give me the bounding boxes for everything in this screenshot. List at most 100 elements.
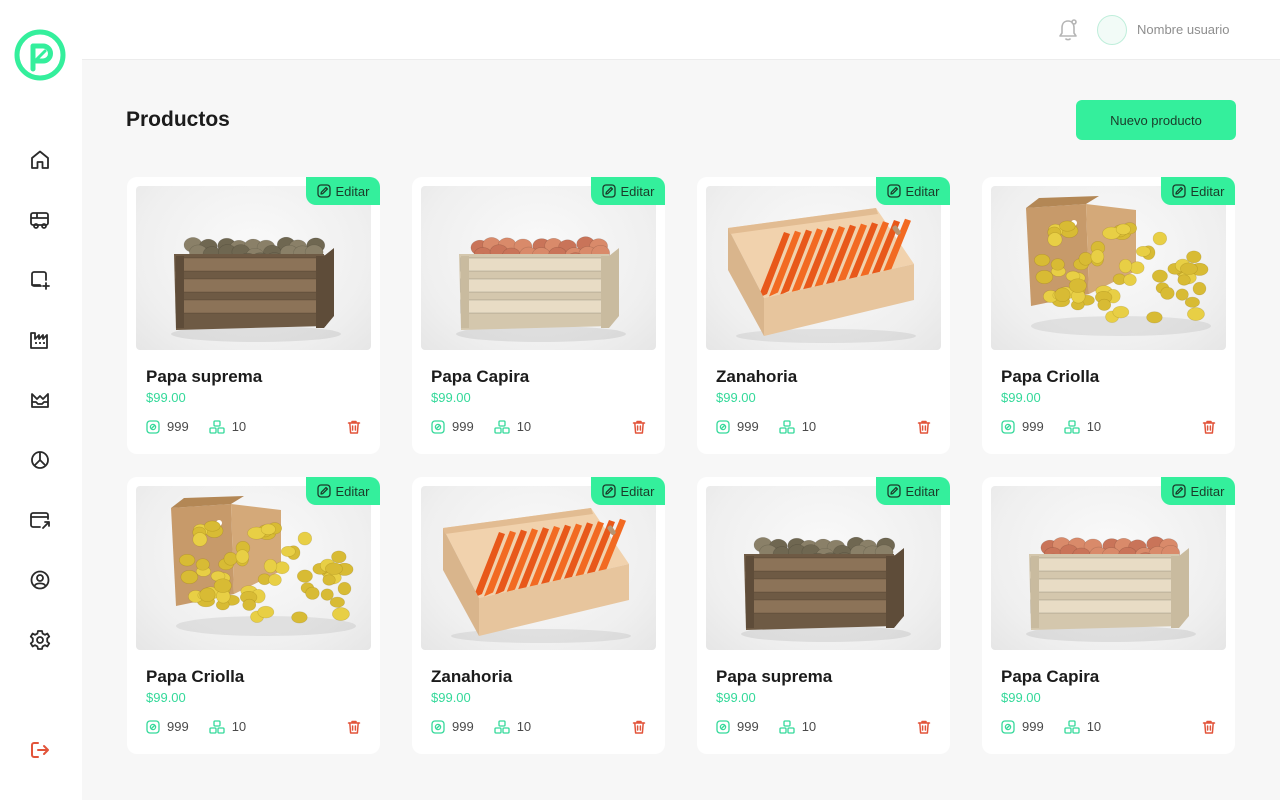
username-label[interactable]: Nombre usuario — [1137, 22, 1230, 37]
edit-button[interactable]: Editar — [591, 177, 665, 205]
product-name: Papa Criolla — [146, 667, 245, 686]
product-image — [421, 486, 656, 650]
product-price: $99.00 — [431, 390, 471, 405]
edit-button[interactable]: Editar — [591, 477, 665, 505]
product-image — [421, 186, 656, 350]
sidebar-item-users[interactable] — [25, 565, 55, 595]
sidebar-item-factory[interactable] — [25, 325, 55, 355]
delete-button[interactable] — [631, 419, 647, 435]
units-count: 10 — [1086, 719, 1102, 734]
stock-icon — [146, 419, 160, 434]
product-name: Zanahoria — [716, 367, 798, 386]
sidebar-item-payments[interactable] — [25, 505, 55, 535]
stock-count: 999 — [167, 719, 189, 734]
product-meta: 999 10 — [716, 419, 836, 434]
product-card[interactable]: Editar Papa Criolla $99.00 999 10 — [982, 177, 1235, 454]
units-icon — [209, 419, 225, 434]
product-price: $99.00 — [146, 690, 186, 705]
trash-icon — [1201, 419, 1217, 435]
logout-icon — [31, 742, 49, 758]
product-grid: Editar Papa suprema $99.00 999 10 Editar… — [127, 177, 1236, 754]
top-bar: Nombre usuario — [82, 0, 1280, 60]
units-count: 10 — [801, 419, 817, 434]
delete-button[interactable] — [916, 719, 932, 735]
edit-icon — [601, 184, 616, 198]
edit-button[interactable]: Editar — [1161, 477, 1235, 505]
product-card[interactable]: Editar Papa suprema $99.00 999 10 — [697, 477, 950, 754]
app-logo[interactable] — [14, 29, 66, 81]
product-image — [136, 486, 371, 650]
truck-icon — [30, 212, 49, 229]
sidebar-item-inbox[interactable] — [25, 385, 55, 415]
sidebar-item-delivery[interactable] — [25, 205, 55, 235]
avatar[interactable] — [1097, 15, 1127, 45]
stock-count: 999 — [452, 719, 474, 734]
edit-button[interactable]: Editar — [306, 177, 380, 205]
product-meta: 999 10 — [716, 719, 836, 734]
edit-button[interactable]: Editar — [306, 477, 380, 505]
stock-icon — [716, 719, 730, 734]
units-count: 10 — [231, 419, 247, 434]
page-title: Productos — [126, 108, 230, 131]
units-count: 10 — [231, 719, 247, 734]
trash-icon — [916, 419, 932, 435]
delete-button[interactable] — [916, 419, 932, 435]
product-meta: 999 10 — [1001, 719, 1121, 734]
sidebar-item-reports[interactable] — [25, 445, 55, 475]
home-icon — [31, 150, 49, 169]
product-card[interactable]: Editar Papa Capira $99.00 999 10 — [982, 477, 1235, 754]
stock-count: 999 — [1022, 719, 1044, 734]
edit-button[interactable]: Editar — [876, 477, 950, 505]
trash-icon — [916, 719, 932, 735]
user-circle-icon — [30, 570, 50, 590]
units-icon — [1064, 419, 1080, 434]
units-icon — [209, 719, 225, 734]
edit-icon — [1171, 484, 1186, 498]
product-card[interactable]: Editar Papa Criolla $99.00 999 10 — [127, 477, 380, 754]
product-price: $99.00 — [1001, 390, 1041, 405]
delete-button[interactable] — [346, 719, 362, 735]
product-price: $99.00 — [716, 390, 756, 405]
stock-icon — [716, 419, 730, 434]
chart-pie-icon — [31, 451, 49, 469]
units-icon — [779, 419, 795, 434]
product-card[interactable]: Editar Zanahoria $99.00 999 10 — [697, 177, 950, 454]
units-icon — [494, 419, 510, 434]
product-card[interactable]: Editar Zanahoria $99.00 999 10 — [412, 477, 665, 754]
units-count: 10 — [1086, 419, 1102, 434]
product-image — [706, 186, 941, 350]
edit-icon — [886, 184, 901, 198]
product-name: Papa suprema — [716, 667, 833, 686]
sidebar — [0, 0, 82, 800]
trash-icon — [346, 719, 362, 735]
notifications-button[interactable] — [1057, 18, 1079, 42]
product-meta: 999 10 — [146, 419, 266, 434]
logout-button[interactable] — [25, 735, 55, 765]
product-image — [706, 486, 941, 650]
edit-button[interactable]: Editar — [1161, 177, 1235, 205]
trash-icon — [631, 719, 647, 735]
stock-icon — [146, 719, 160, 734]
delete-button[interactable] — [631, 719, 647, 735]
delete-button[interactable] — [346, 419, 362, 435]
product-card[interactable]: Editar Papa Capira $99.00 999 10 — [412, 177, 665, 454]
edit-icon — [601, 484, 616, 498]
stock-icon — [431, 719, 445, 734]
sidebar-item-home[interactable] — [25, 145, 55, 175]
product-image — [991, 186, 1226, 350]
delete-button[interactable] — [1201, 719, 1217, 735]
edit-label: Editar — [1190, 483, 1225, 499]
product-image — [136, 186, 371, 350]
new-product-button[interactable]: Nuevo producto — [1076, 100, 1236, 140]
sidebar-item-settings[interactable] — [25, 625, 55, 655]
product-price: $99.00 — [431, 690, 471, 705]
edit-label: Editar — [1190, 183, 1225, 199]
inbox-icon — [31, 393, 49, 408]
edit-button[interactable]: Editar — [876, 177, 950, 205]
gear-icon — [29, 630, 51, 650]
product-card[interactable]: Editar Papa suprema $99.00 999 10 — [127, 177, 380, 454]
sidebar-item-products[interactable] — [25, 265, 55, 295]
delete-button[interactable] — [1201, 419, 1217, 435]
edit-icon — [886, 484, 901, 498]
trash-icon — [1201, 719, 1217, 735]
